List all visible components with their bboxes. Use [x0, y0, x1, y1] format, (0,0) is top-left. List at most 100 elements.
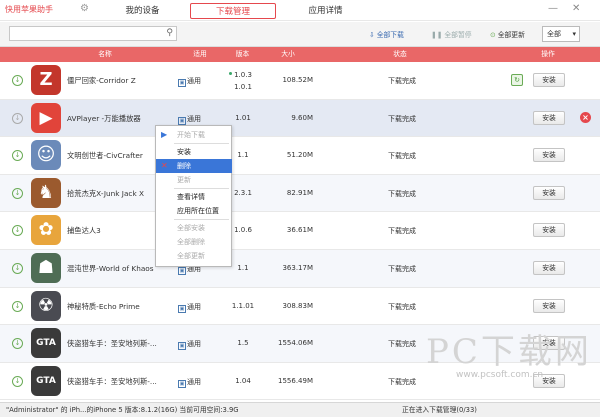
compat-label: ▣通用 — [178, 77, 201, 87]
title-bar: 快用苹果助手 ⚙ 我的设备 下载管理 应用详情 — ✕ — [0, 0, 600, 21]
check-icon[interactable]: ↓ — [12, 300, 23, 312]
table-row[interactable]: ↓ ☗ 混沌世界-World of Khaos ▣ 通用 1.1 363.17M … — [0, 250, 600, 288]
pause-all-button[interactable]: ❚❚ 全部暂停 — [431, 29, 472, 39]
install-button[interactable]: 安装 — [533, 298, 565, 313]
header-name: 名称 — [98, 50, 112, 58]
corridor-z-icon: Z — [31, 65, 61, 95]
check-icon[interactable]: ↓ — [12, 375, 23, 387]
filter-select[interactable]: 全部 ▾ — [542, 26, 580, 42]
update-all-button[interactable]: ⊙ 全部更新 — [490, 29, 525, 39]
app-title: 快用苹果助手 — [5, 5, 53, 14]
close-icon[interactable]: ✕ — [572, 3, 580, 14]
table-row[interactable]: ↓ Z 僵尸回家-Corridor Z ▣ 通用 1.0.3 1.0.1 108.… — [0, 62, 600, 100]
compat-label: ▣通用 — [178, 302, 201, 313]
download-icon: ⇩ — [369, 31, 375, 39]
app-name: 僵尸回家-Corridor Z — [67, 76, 136, 85]
version: 1.1 — [237, 151, 249, 160]
table-row[interactable]: ↓ ✿ 捕鱼达人3 ▣通用 1.0.6 36.61M 下载完成 安装 — [0, 212, 600, 250]
menu-start-download[interactable]: ▶ 开始下载 — [156, 128, 232, 142]
check-icon[interactable]: ↓ — [12, 75, 23, 86]
header-version: 版本 — [235, 50, 250, 58]
delete-icon: ✕ — [161, 161, 168, 170]
menu-install-all[interactable]: 全部安装 — [156, 221, 232, 235]
world-of-khaos-icon: ☗ — [31, 253, 61, 283]
check-icon[interactable]: ↓ — [12, 150, 23, 162]
status-text: 下载完成 — [388, 302, 416, 311]
status-text: 下载完成 — [388, 152, 416, 161]
gta-icon: GTA — [31, 365, 61, 396]
context-menu: ▶ 开始下载 安装 ✕ 删除 更新 查看详情 应用所在位置 全部安装 全部删除 全部… — [155, 125, 232, 267]
device-icon: ▣ — [178, 267, 186, 275]
menu-view-details[interactable]: 查看详情 — [156, 190, 232, 204]
table-row[interactable]: ↓ ▶ AVPlayer -万能播放器 ▣ 通用 1.01 9.60M 下载完成 … — [0, 99, 600, 138]
install-button[interactable]: 安装 — [533, 261, 565, 275]
tab-my-device[interactable]: 我的设备 — [105, 3, 180, 19]
tab-download-manager[interactable]: 下载管理 — [190, 3, 276, 19]
version-new: 1.0.1 — [234, 83, 252, 91]
search-input[interactable]: ⚲ — [9, 26, 177, 41]
device-icon: ▣ — [178, 342, 186, 351]
menu-app-location[interactable]: 应用所在位置 — [156, 204, 232, 218]
tab-app-detail[interactable]: 应用详情 — [288, 3, 363, 19]
version: 1.01 — [235, 113, 251, 122]
device-icon: ▣ — [178, 116, 186, 125]
status-text: 下载完成 — [388, 265, 416, 273]
install-button[interactable]: 安装 — [533, 110, 565, 125]
version: 1.1 — [237, 264, 249, 272]
status-text: 下载完成 — [388, 227, 416, 236]
check-icon[interactable]: ↓ — [12, 187, 23, 199]
table-row[interactable]: ↓ ♞ 拾荒杰克X-Junk Jack X ▣通用 2.3.1 82.91M 下… — [0, 174, 600, 213]
status-text: 下载完成 — [388, 377, 416, 386]
menu-update-all[interactable]: 全部更新 — [156, 249, 232, 263]
check-icon[interactable]: ↓ — [12, 338, 23, 350]
check-icon[interactable]: ↓ — [12, 225, 23, 237]
download-all-button[interactable]: ⇩ 全部下载 — [369, 29, 404, 39]
header-compat: 适用 — [193, 50, 207, 58]
app-size: 1556.49M — [278, 376, 313, 385]
header-action: 操作 — [541, 50, 555, 58]
refresh-icon: ⊙ — [490, 31, 496, 39]
check-icon[interactable]: ↓ — [12, 263, 23, 274]
device-icon: ▣ — [178, 79, 186, 87]
table-row[interactable]: ↓ ☺ 文明创世者-CivCrafter ▣通用 1.1 51.20M 下载完成… — [0, 137, 600, 175]
app-name: 侠盗猎车手：圣安地列斯-... — [67, 376, 157, 386]
search-icon[interactable]: ⚲ — [166, 28, 173, 38]
check-icon[interactable]: ↓ — [12, 112, 23, 124]
app-size: 108.52M — [282, 76, 313, 84]
version: 1.1.01 — [231, 301, 255, 310]
app-name: 神秘特质-Echo Prime — [67, 301, 140, 311]
watermark: PC下载网 www.pcsoft.com.cn — [426, 324, 596, 384]
install-button[interactable]: 安装 — [533, 73, 565, 87]
delete-icon[interactable]: × — [580, 111, 591, 123]
table-header: 名称 适用 版本 大小 状态 操作 — [0, 47, 600, 62]
version: 1.0.6 — [234, 226, 252, 235]
refresh-icon[interactable]: ↻ — [511, 74, 523, 86]
status-text: 下载完成 — [388, 114, 416, 123]
status-text: 下载完成 — [388, 189, 416, 198]
watermark-url: www.pcsoft.com.cn — [456, 370, 544, 380]
toolbar: ⚲ ⇩ 全部下载 ❚❚ 全部暂停 ⊙ 全部更新 全部 ▾ — [0, 22, 600, 47]
civcrafter-icon: ☺ — [31, 140, 61, 171]
minimize-icon[interactable]: — — [548, 3, 558, 14]
menu-update[interactable]: 更新 — [156, 173, 232, 187]
version: 1.04 — [235, 376, 251, 385]
menu-delete[interactable]: ✕ 删除 — [156, 159, 232, 173]
pause-icon: ❚❚ — [431, 31, 443, 39]
header-status: 状态 — [393, 50, 407, 58]
app-name: 混沌世界-World of Khaos — [67, 264, 154, 273]
avplayer-icon: ▶ — [31, 102, 61, 133]
gta-icon: GTA — [31, 328, 61, 359]
table-row[interactable]: ↓ ☢ 神秘特质-Echo Prime ▣ 通用 1.1.01 308.83M 下… — [0, 287, 600, 326]
gear-icon[interactable]: ⚙ — [80, 3, 89, 14]
version: 2.3.1 — [234, 188, 252, 197]
install-button[interactable]: 安装 — [533, 148, 565, 163]
menu-install[interactable]: 安装 — [156, 145, 232, 159]
menu-delete-all[interactable]: 全部删除 — [156, 235, 232, 249]
app-name: AVPlayer -万能播放器 — [67, 113, 141, 123]
install-button[interactable]: 安装 — [533, 223, 565, 238]
device-info: "Administrator" 的 iPh...的iPhone 5 版本:8.1… — [6, 406, 239, 414]
junk-jack-icon: ♞ — [31, 177, 61, 208]
install-button[interactable]: 安装 — [533, 185, 565, 200]
app-size: 308.83M — [282, 301, 313, 310]
compat-label: ▣通用 — [178, 114, 201, 125]
